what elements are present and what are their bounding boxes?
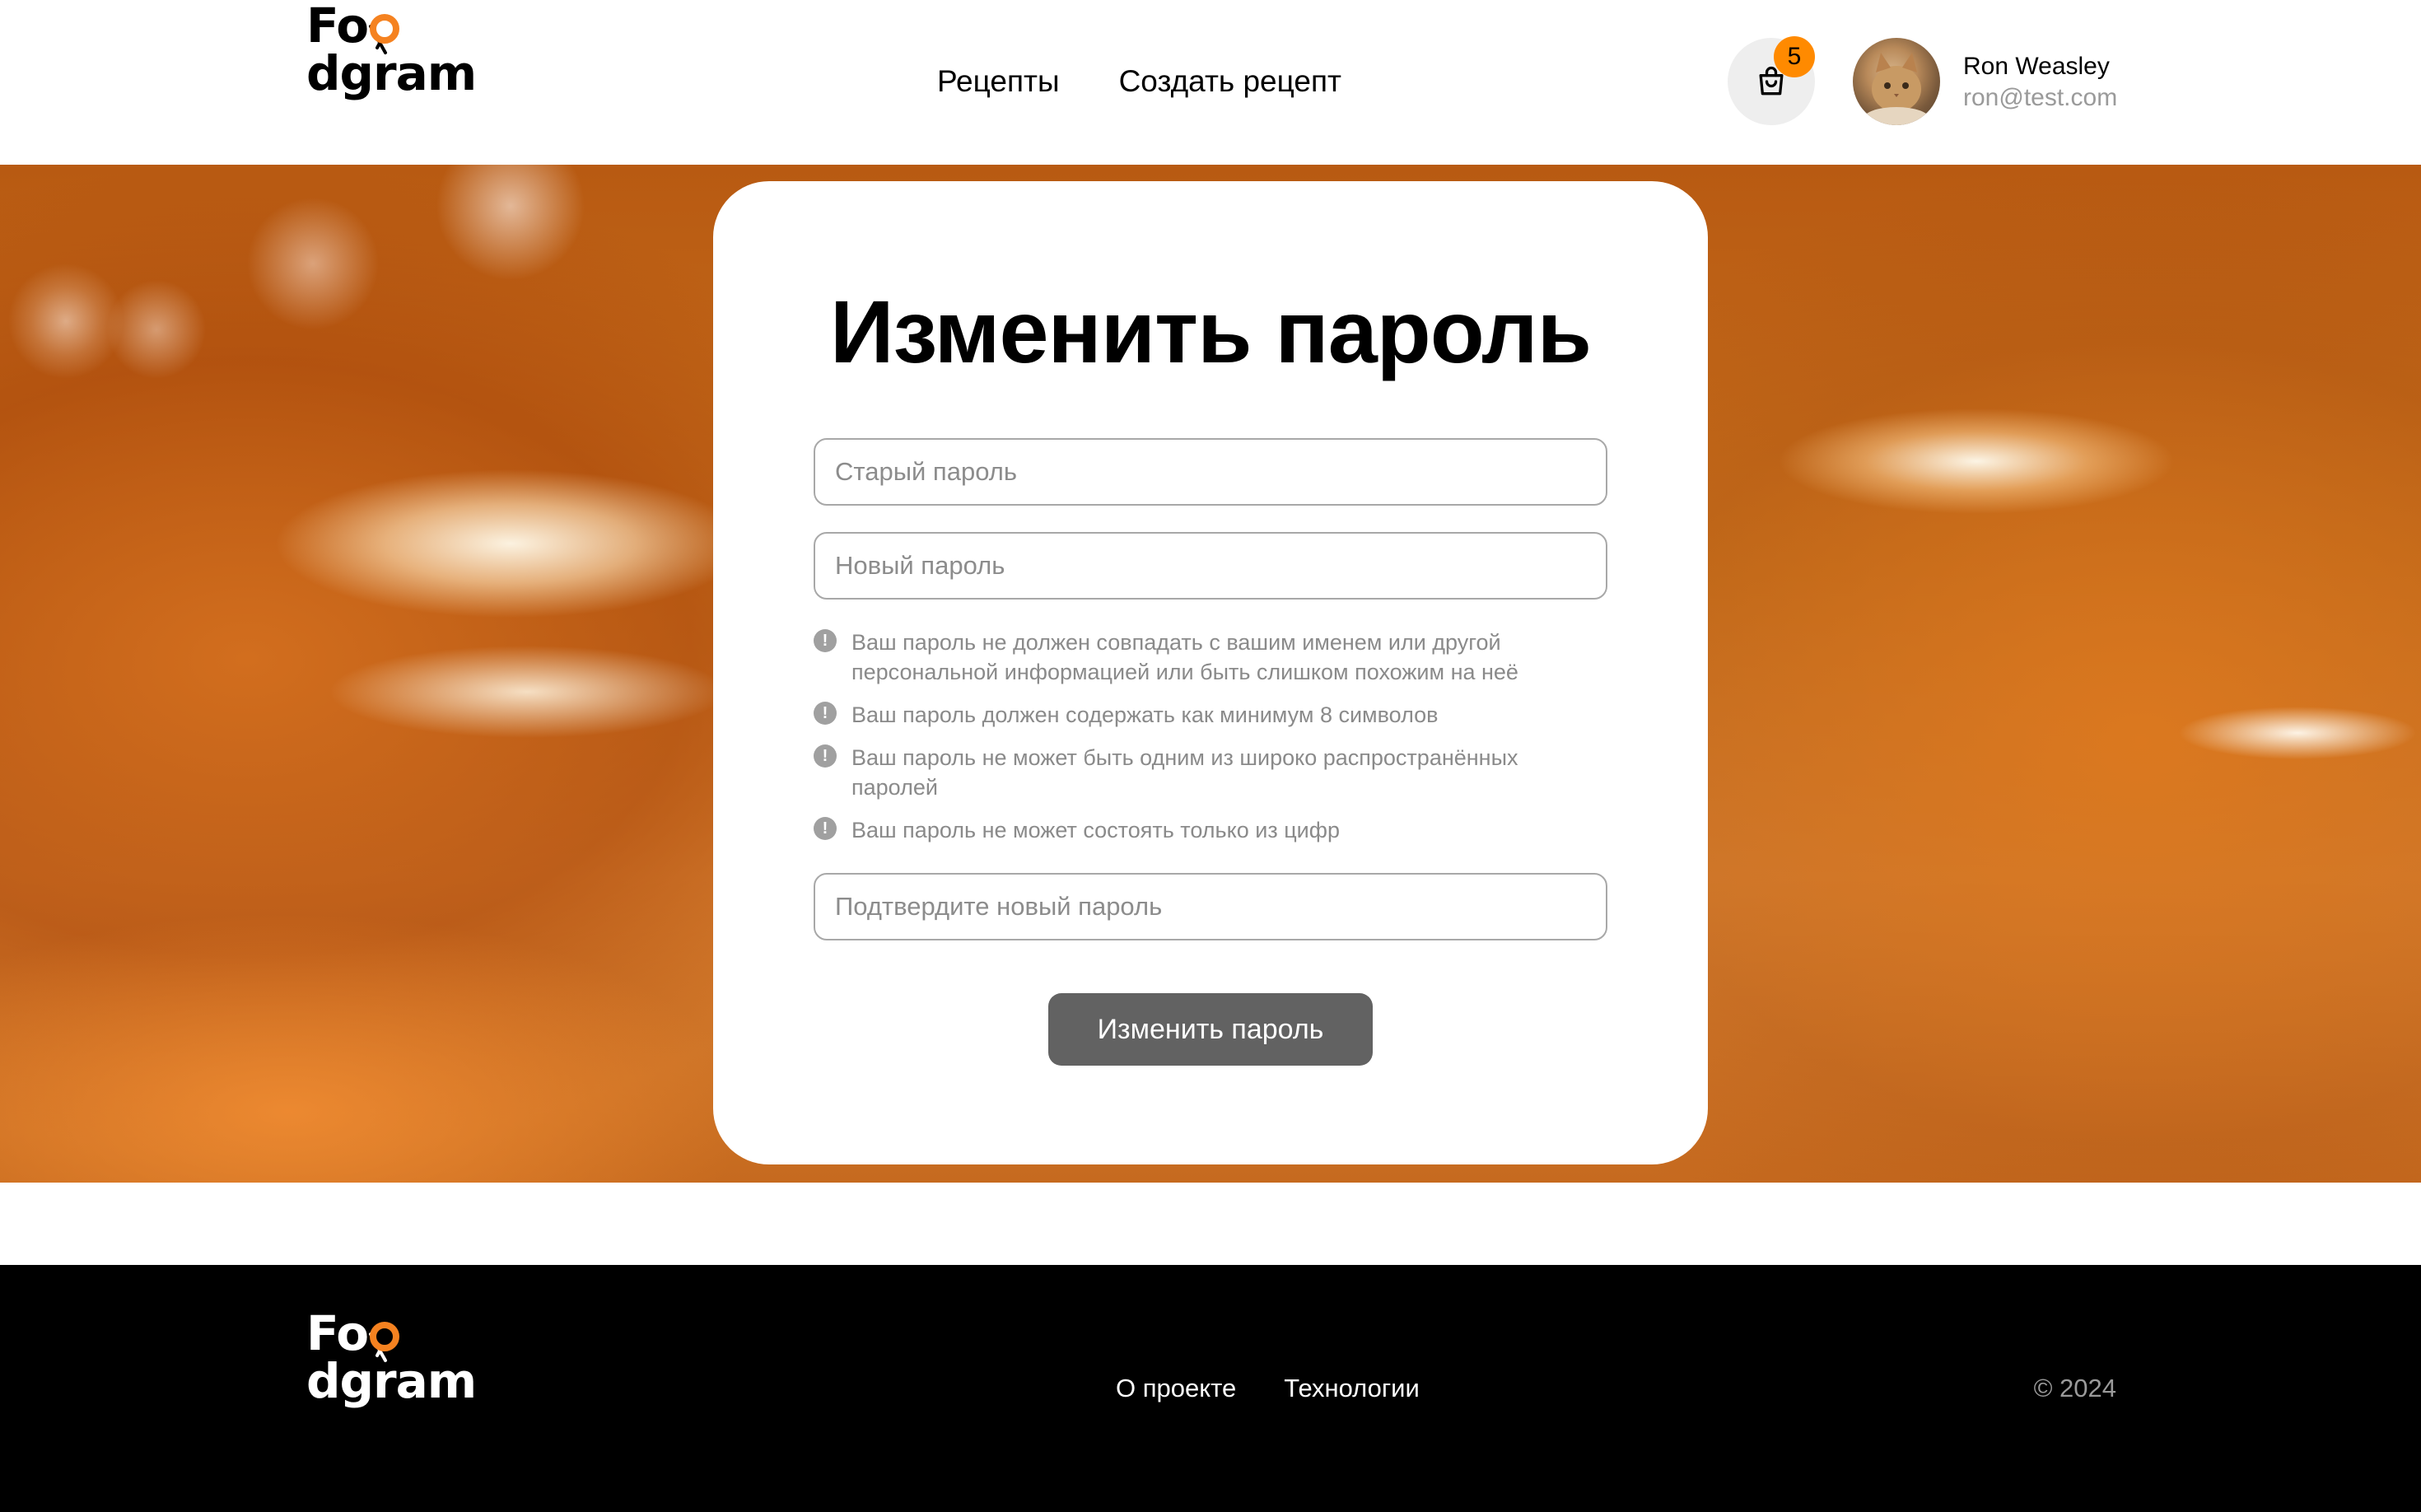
avatar[interactable] [1853,38,1940,125]
site-footer: Fodgram О проекте Технологии © 2024 [0,1265,2421,1512]
logo-o-mark [370,14,400,44]
main-nav: Рецепты Создать рецепт [937,64,1341,99]
new-password-input[interactable] [814,532,1607,600]
password-hint: ! Ваш пароль не может состоять только из… [814,815,1607,845]
password-hint: ! Ваш пароль не может быть одним из широ… [814,743,1607,802]
site-header: Fodgram Рецепты Создать рецепт 5 Ron Wea… [0,0,2421,165]
old-password-input[interactable] [814,438,1607,506]
footer-logo[interactable]: Fodgram [306,1309,558,1405]
cart-count-badge: 5 [1774,36,1815,77]
exclamation-circle-icon: ! [814,629,837,652]
hint-text: Ваш пароль не должен совпадать с вашим и… [851,630,1518,684]
nav-recipes[interactable]: Рецепты [937,64,1060,99]
logo-text-end: dgram [306,1353,477,1409]
hint-text: Ваш пароль должен содержать как минимум … [851,702,1439,727]
logo-o-mark [370,1322,400,1351]
user-name: Ron Weasley [1963,53,2110,80]
change-password-button[interactable]: Изменить пароль [1048,993,1373,1066]
logo-wordmark: Fodgram [306,1309,558,1405]
user-email: ron@test.com [1963,84,2118,111]
cart-button[interactable]: 5 [1728,36,1815,125]
exclamation-circle-icon: ! [814,817,837,840]
change-password-card: Изменить пароль ! Ваш пароль не должен с… [713,181,1708,1164]
confirm-password-input[interactable] [814,873,1607,940]
page-title: Изменить пароль [829,282,1592,381]
exclamation-circle-icon: ! [814,702,837,725]
password-requirements: ! Ваш пароль не должен совпадать с вашим… [814,628,1607,858]
password-hint: ! Ваш пароль должен содержать как миниму… [814,700,1607,730]
nav-create-recipe[interactable]: Создать рецепт [1119,64,1341,99]
site-logo[interactable]: Fodgram [306,2,558,97]
logo-text-end: dgram [306,45,477,101]
exclamation-circle-icon: ! [814,744,837,768]
password-hint: ! Ваш пароль не должен совпадать с вашим… [814,628,1607,687]
logo-wordmark: Fodgram [306,2,558,97]
footer-nav: О проекте Технологии [1116,1374,1420,1403]
footer-link-about[interactable]: О проекте [1116,1374,1236,1403]
hint-text: Ваш пароль не может состоять только из ц… [851,818,1340,842]
footer-link-technologies[interactable]: Технологии [1284,1374,1420,1403]
hint-text: Ваш пароль не может быть одним из широко… [851,745,1518,800]
copyright: © 2024 [2033,1374,2116,1402]
cat-photo-icon [1864,53,1929,125]
